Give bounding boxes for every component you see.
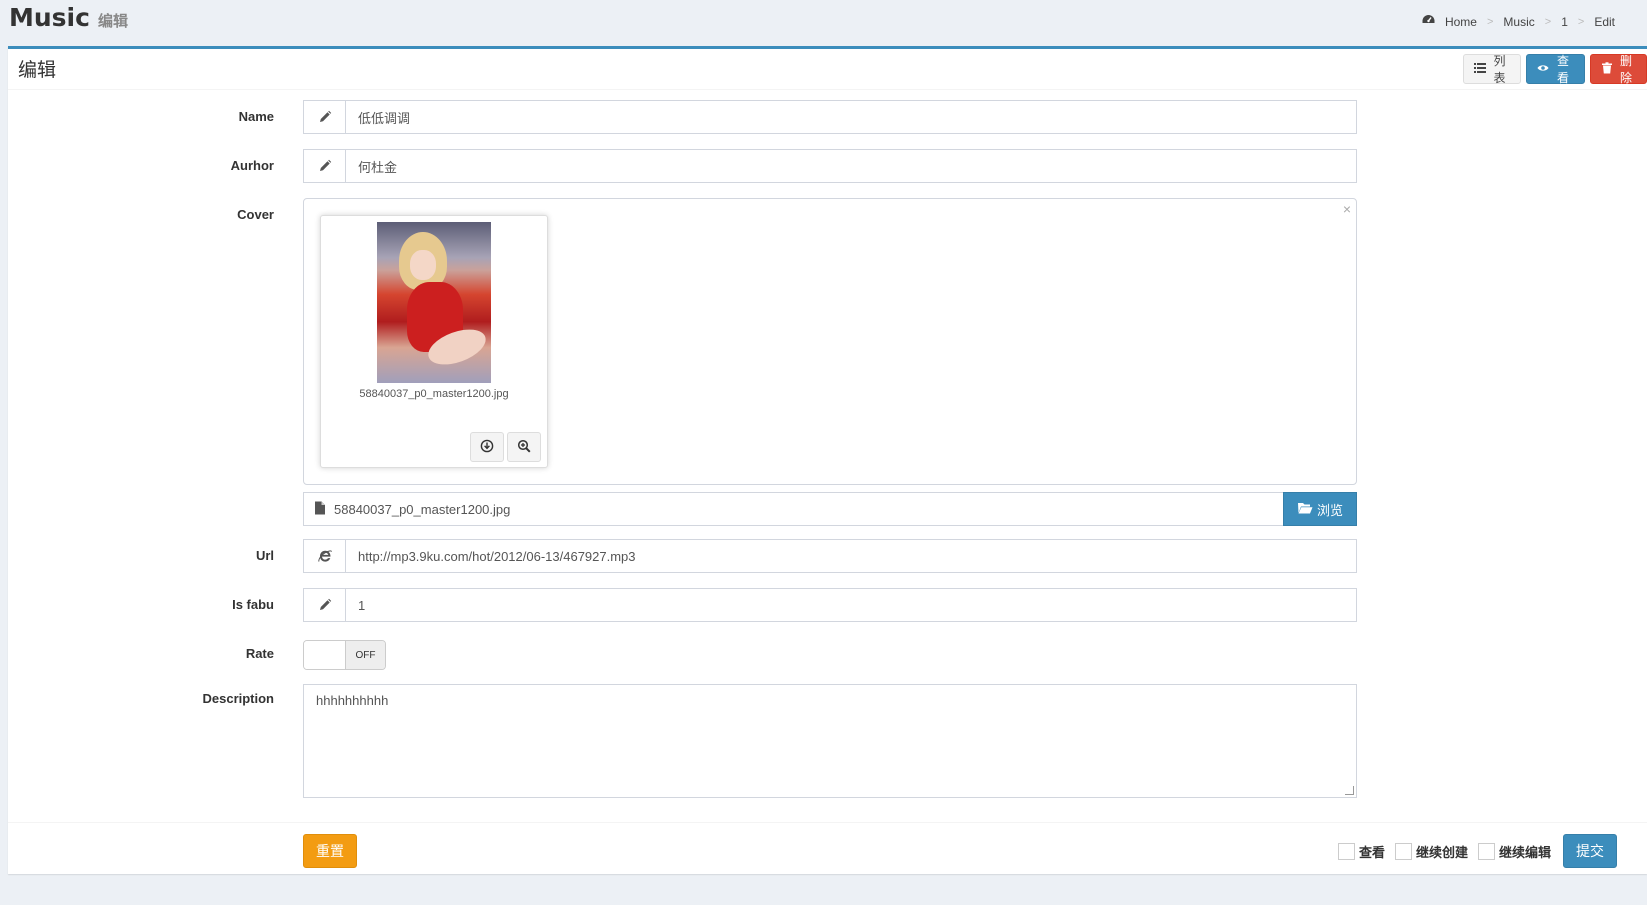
pencil-icon [304, 589, 346, 621]
author-label: Aurhor [230, 158, 274, 173]
rate-switch[interactable]: OFF [303, 640, 386, 670]
delete-button-label: 删除 [1619, 54, 1632, 85]
box-header: 编辑 列表 查看 删除 [8, 49, 1647, 90]
switch-handle [304, 641, 346, 669]
internet-explorer-icon [304, 540, 346, 572]
check-continue-create-label: 继续创建 [1415, 844, 1468, 860]
page-title: Music 编辑 [9, 3, 128, 32]
page-subtitle: 编辑 [97, 12, 128, 30]
browse-button[interactable]: 浏览 [1283, 492, 1357, 526]
breadcrumb-id[interactable]: 1 [1561, 15, 1568, 29]
submit-button[interactable]: 提交 [1563, 834, 1617, 868]
download-button[interactable] [470, 432, 504, 462]
breadcrumb: Home > Music > 1 > Edit [1422, 14, 1615, 29]
breadcrumb-music[interactable]: Music [1503, 15, 1534, 29]
zoom-button[interactable] [507, 432, 541, 462]
rate-label: Rate [245, 646, 274, 661]
url-input-group [303, 539, 1357, 573]
author-input[interactable] [346, 150, 1356, 182]
checkbox[interactable] [1337, 842, 1355, 860]
check-continue-edit[interactable]: 继续编辑 [1477, 842, 1551, 861]
dashboard-icon [1422, 14, 1435, 29]
list-icon [1474, 62, 1486, 77]
checkbox[interactable] [1477, 842, 1495, 860]
is-fabu-input[interactable] [346, 589, 1356, 621]
cover-thumbnail: 58840037_p0_master1200.jpg [320, 215, 548, 468]
url-input[interactable] [346, 540, 1356, 572]
description-textarea[interactable]: hhhhhhhhhh [303, 684, 1357, 798]
file-caption[interactable]: 58840037_p0_master1200.jpg [303, 492, 1283, 526]
close-icon[interactable]: × [1343, 201, 1351, 217]
page-title-text: Music [9, 3, 90, 32]
check-continue-create[interactable]: 继续创建 [1394, 842, 1468, 861]
cover-thumbnail-caption: 58840037_p0_master1200.jpg [359, 388, 509, 400]
breadcrumb-edit: Edit [1594, 14, 1615, 29]
eye-icon [1537, 62, 1549, 77]
description-label: Description [202, 691, 274, 706]
trash-icon [1601, 61, 1613, 77]
browse-button-label: 浏览 [1316, 502, 1343, 518]
list-button-label: 列表 [1493, 54, 1506, 85]
switch-off-label: OFF [346, 641, 385, 669]
resize-handle[interactable] [1345, 786, 1354, 795]
delete-button[interactable]: 删除 [1590, 54, 1647, 85]
checkbox[interactable] [1394, 842, 1412, 860]
name-label: Name [238, 109, 274, 124]
box-title: 编辑 [18, 60, 57, 81]
content-header: Music 编辑 Home > Music > 1 > Edit [0, 0, 1647, 46]
check-continue-edit-label: 继续编辑 [1498, 844, 1551, 860]
breadcrumb-separator: > [1486, 15, 1494, 28]
after-submit-options: 查看 继续创建 继续编辑 [1337, 834, 1551, 868]
description-text: hhhhhhhhhh [316, 693, 389, 708]
view-button-label: 查看 [1556, 54, 1569, 85]
cover-preview-box: × 58840037_p0_master1200.jpg [303, 198, 1357, 485]
breadcrumb-separator: > [1544, 15, 1552, 28]
pencil-icon [304, 101, 346, 133]
breadcrumb-separator: > [1577, 15, 1585, 28]
cover-image [377, 222, 491, 383]
thumbnail-actions [470, 432, 541, 462]
author-input-group [303, 149, 1357, 183]
zoom-in-icon [517, 439, 531, 456]
url-label: Url [255, 548, 274, 563]
download-icon [480, 439, 494, 456]
breadcrumb-home[interactable]: Home [1445, 15, 1477, 29]
name-input-group [303, 100, 1357, 134]
folder-open-icon [1297, 501, 1313, 518]
is-fabu-input-group [303, 588, 1357, 622]
file-icon [314, 501, 326, 518]
is-fabu-label: Is fabu [232, 597, 274, 612]
reset-button[interactable]: 重置 [303, 834, 357, 868]
view-button[interactable]: 查看 [1526, 54, 1585, 85]
box-footer: 重置 查看 继续创建 继续编辑 提交 [8, 822, 1647, 874]
check-view-label: 查看 [1358, 844, 1385, 860]
cover-label: Cover [237, 207, 274, 222]
check-view[interactable]: 查看 [1337, 842, 1385, 861]
list-button[interactable]: 列表 [1463, 54, 1521, 85]
cover-file-group: 58840037_p0_master1200.jpg 浏览 [303, 492, 1357, 526]
pencil-icon [304, 150, 346, 182]
name-input[interactable] [346, 101, 1356, 133]
file-name: 58840037_p0_master1200.jpg [334, 501, 511, 517]
box-tools: 列表 查看 删除 [1463, 54, 1647, 85]
